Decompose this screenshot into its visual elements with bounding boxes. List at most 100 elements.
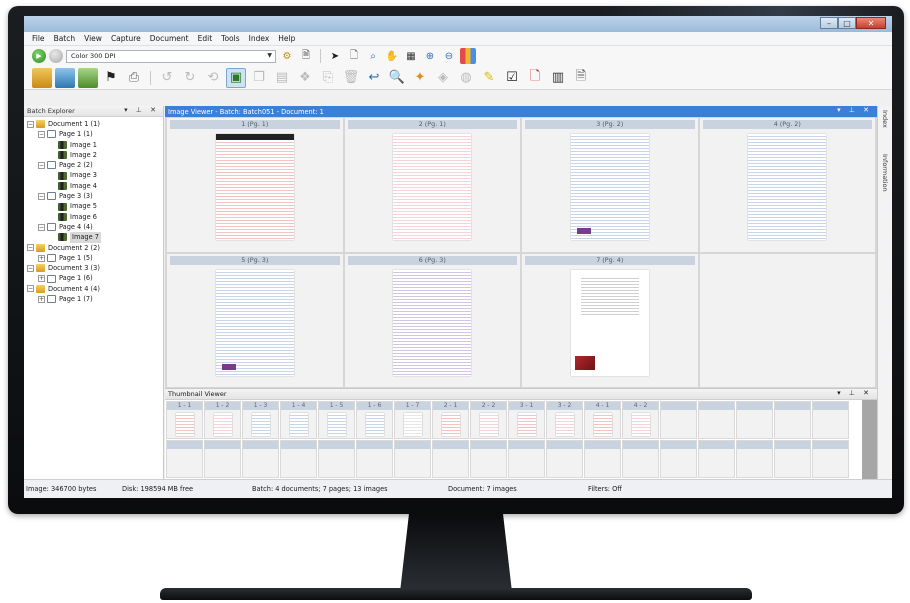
close-batch-icon[interactable] xyxy=(78,67,98,88)
thumbnail-item[interactable]: 1 - 7 xyxy=(394,401,431,439)
document-flag-icon[interactable]: 🗋 xyxy=(525,68,545,88)
collapse-icon[interactable]: − xyxy=(38,130,45,138)
rotate-left-icon[interactable]: ↺ xyxy=(157,68,177,88)
thumbnail-item[interactable]: 2 - 1 xyxy=(432,401,469,439)
thumbnail-slot-empty[interactable] xyxy=(660,401,697,439)
grid-view-icon[interactable] xyxy=(460,48,476,64)
tree-item-folder[interactable]: − Document 1 (1) xyxy=(27,119,163,129)
panel-controls[interactable]: ▾ ⊥ ✕ xyxy=(837,106,872,114)
thumbnail-scrollbar[interactable] xyxy=(862,400,877,480)
zoom-area-icon[interactable]: ⌕ xyxy=(365,48,381,64)
image-cell[interactable]: 3 (Pg. 2) xyxy=(522,118,698,252)
collapse-icon[interactable]: − xyxy=(27,244,34,252)
layout-icon[interactable]: ▦ xyxy=(403,48,419,64)
collapse-icon[interactable]: − xyxy=(27,120,34,128)
tree-item-page[interactable]: + Page 1 (5) xyxy=(27,253,163,263)
thumbnail-slot-empty[interactable] xyxy=(698,401,735,439)
thumbnail-item[interactable]: 4 - 2 xyxy=(622,401,659,439)
thumbnail-item[interactable]: 1 - 3 xyxy=(242,401,279,439)
pointer-icon[interactable]: ➤ xyxy=(327,48,343,64)
collapse-icon[interactable]: − xyxy=(27,285,34,293)
tab-index[interactable]: Index xyxy=(881,110,889,128)
menu-file[interactable]: File xyxy=(32,34,45,43)
expand-icon[interactable]: + xyxy=(38,254,45,262)
image-cell-empty[interactable] xyxy=(699,253,875,387)
magic-wand-icon[interactable]: ✦ xyxy=(410,68,430,88)
print-icon[interactable]: ⎙ xyxy=(124,68,144,88)
tree-item-image[interactable]: Image 5 xyxy=(27,201,163,211)
undo-icon[interactable]: ↩ xyxy=(364,68,384,88)
stop-icon[interactable] xyxy=(49,49,63,63)
tree-item-page[interactable]: − Page 1 (1) xyxy=(27,129,163,139)
pan-hand-icon[interactable]: ✋ xyxy=(384,48,400,64)
expand-icon[interactable]: + xyxy=(38,295,45,303)
split-page-icon[interactable]: ▤ xyxy=(272,68,292,88)
image-cell[interactable]: 5 (Pg. 3) xyxy=(167,253,343,387)
new-batch-icon[interactable] xyxy=(32,67,52,88)
tree-item-folder[interactable]: − Document 4 (4) xyxy=(27,284,163,294)
close-button[interactable]: ✕ xyxy=(856,17,886,29)
image-cell[interactable]: 4 (Pg. 2) xyxy=(699,118,875,252)
tree-item-image[interactable]: Image 6 xyxy=(27,212,163,222)
thumbnail-item[interactable]: 1 - 6 xyxy=(356,401,393,439)
thumbnail-slot-empty[interactable] xyxy=(774,401,811,439)
menu-help[interactable]: Help xyxy=(278,34,295,43)
scanner-settings-icon[interactable]: ⚙ xyxy=(279,48,295,64)
delete-icon[interactable]: 🗑 xyxy=(341,68,361,88)
collapse-icon[interactable]: − xyxy=(27,264,34,272)
export-icon[interactable]: 🗎 xyxy=(571,68,591,88)
tree-item-image[interactable]: Image 7 xyxy=(27,232,163,243)
search-icon[interactable]: 🔍 xyxy=(387,68,407,88)
collapse-icon[interactable]: − xyxy=(38,192,45,200)
scan-profile-select[interactable]: Color 300 DPI ▼ xyxy=(66,49,276,63)
menu-document[interactable]: Document xyxy=(150,34,189,43)
image-cell[interactable]: 7 (Pg. 4) xyxy=(522,253,698,387)
select-page-icon[interactable]: ▣ xyxy=(226,67,246,88)
tree-item-page[interactable]: − Page 3 (3) xyxy=(27,191,163,201)
blank-detect-icon[interactable]: ◍ xyxy=(456,68,476,88)
start-scan-icon[interactable]: ▶ xyxy=(32,49,46,63)
insert-icon[interactable]: ⎘ xyxy=(318,68,338,88)
thumbnail-item[interactable]: 1 - 1 xyxy=(166,401,203,439)
tree-item-folder[interactable]: − Document 2 (2) xyxy=(27,243,163,253)
highlighter-icon[interactable]: ✎ xyxy=(479,68,499,88)
menu-tools[interactable]: Tools xyxy=(221,34,239,43)
thumbnail-item[interactable]: 3 - 2 xyxy=(546,401,583,439)
menu-index[interactable]: Index xyxy=(249,34,270,43)
open-batch-icon[interactable] xyxy=(55,67,75,88)
thumbnail-slot-empty[interactable] xyxy=(812,401,849,439)
minimize-button[interactable]: – xyxy=(820,17,838,29)
thumbnail-item[interactable]: 1 - 2 xyxy=(204,401,241,439)
tab-information[interactable]: Information xyxy=(881,154,889,192)
page-icon[interactable]: 🗋 xyxy=(346,48,362,64)
tree-item-page[interactable]: + Page 1 (6) xyxy=(27,273,163,283)
copy-page-icon[interactable]: ❐ xyxy=(249,68,269,88)
zoom-in-icon[interactable]: ⊕ xyxy=(422,48,438,64)
rotate-180-icon[interactable]: ⟲ xyxy=(203,68,223,88)
tree-item-image[interactable]: Image 3 xyxy=(27,170,163,180)
expand-icon[interactable]: + xyxy=(38,275,45,283)
thumbnail-slot-empty[interactable] xyxy=(736,401,773,439)
thumbnail-item[interactable]: 1 - 5 xyxy=(318,401,355,439)
document-properties-icon[interactable]: 🗎 xyxy=(298,48,314,64)
tree-item-image[interactable]: Image 4 xyxy=(27,181,163,191)
maximize-button[interactable]: □ xyxy=(838,17,856,29)
finish-flag-icon[interactable]: ⚑ xyxy=(101,68,121,88)
menu-edit[interactable]: Edit xyxy=(198,34,213,43)
collapse-icon[interactable]: − xyxy=(38,223,45,231)
image-cell[interactable]: 1 (Pg. 1) xyxy=(167,118,343,252)
menu-batch[interactable]: Batch xyxy=(54,34,76,43)
tree-item-page[interactable]: − Page 2 (2) xyxy=(27,160,163,170)
menu-view[interactable]: View xyxy=(84,34,102,43)
eraser-icon[interactable]: ◈ xyxy=(433,68,453,88)
thumbnail-item[interactable]: 4 - 1 xyxy=(584,401,621,439)
image-cell[interactable]: 6 (Pg. 3) xyxy=(344,253,520,387)
collapse-icon[interactable]: − xyxy=(38,161,45,169)
panel-controls[interactable]: ▾ ⊥ ✕ xyxy=(837,389,872,397)
tree-item-image[interactable]: Image 1 xyxy=(27,140,163,150)
menu-capture[interactable]: Capture xyxy=(111,34,141,43)
zoom-out-icon[interactable]: ⊖ xyxy=(441,48,457,64)
tree-item-page[interactable]: − Page 4 (4) xyxy=(27,222,163,232)
tree-item-folder[interactable]: − Document 3 (3) xyxy=(27,263,163,273)
panel-controls[interactable]: ▾ ⊥ ✕ xyxy=(124,106,159,114)
